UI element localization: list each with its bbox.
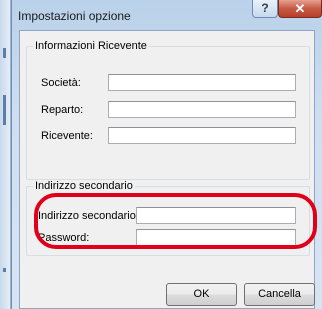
dialog-window: Impostazioni opzione ? ✕ Informazioni Ri… <box>11 0 322 309</box>
recipient-label: Ricevente: <box>41 130 93 142</box>
background-window-strip <box>0 0 11 309</box>
department-field[interactable] <box>108 101 296 118</box>
recipient-field[interactable] <box>108 127 296 144</box>
background-mark <box>3 48 6 58</box>
group-secondary-label: Indirizzo secondario <box>33 180 135 193</box>
dialog-client-area: Informazioni Ricevente Società: Reparto:… <box>19 30 317 309</box>
background-mark <box>3 268 6 272</box>
help-button[interactable]: ? <box>252 0 278 18</box>
close-icon: ✕ <box>294 1 306 16</box>
dialog-title: Impostazioni opzione <box>18 9 131 23</box>
department-label: Reparto: <box>41 104 84 116</box>
question-mark-icon: ? <box>261 1 269 15</box>
ok-button[interactable]: OK <box>166 283 237 306</box>
company-label: Società: <box>41 77 81 89</box>
close-button[interactable]: ✕ <box>278 0 322 18</box>
title-bar[interactable]: Impostazioni opzione ? ✕ <box>12 0 322 30</box>
group-recipient-info: Informazioni Ricevente Società: Reparto:… <box>26 40 310 180</box>
background-mark <box>3 95 6 125</box>
group-recipient-label: Informazioni Ricevente <box>33 40 149 53</box>
cancel-button[interactable]: Cancella <box>244 283 315 306</box>
company-field[interactable] <box>108 74 296 91</box>
highlight-annotation <box>34 193 317 249</box>
